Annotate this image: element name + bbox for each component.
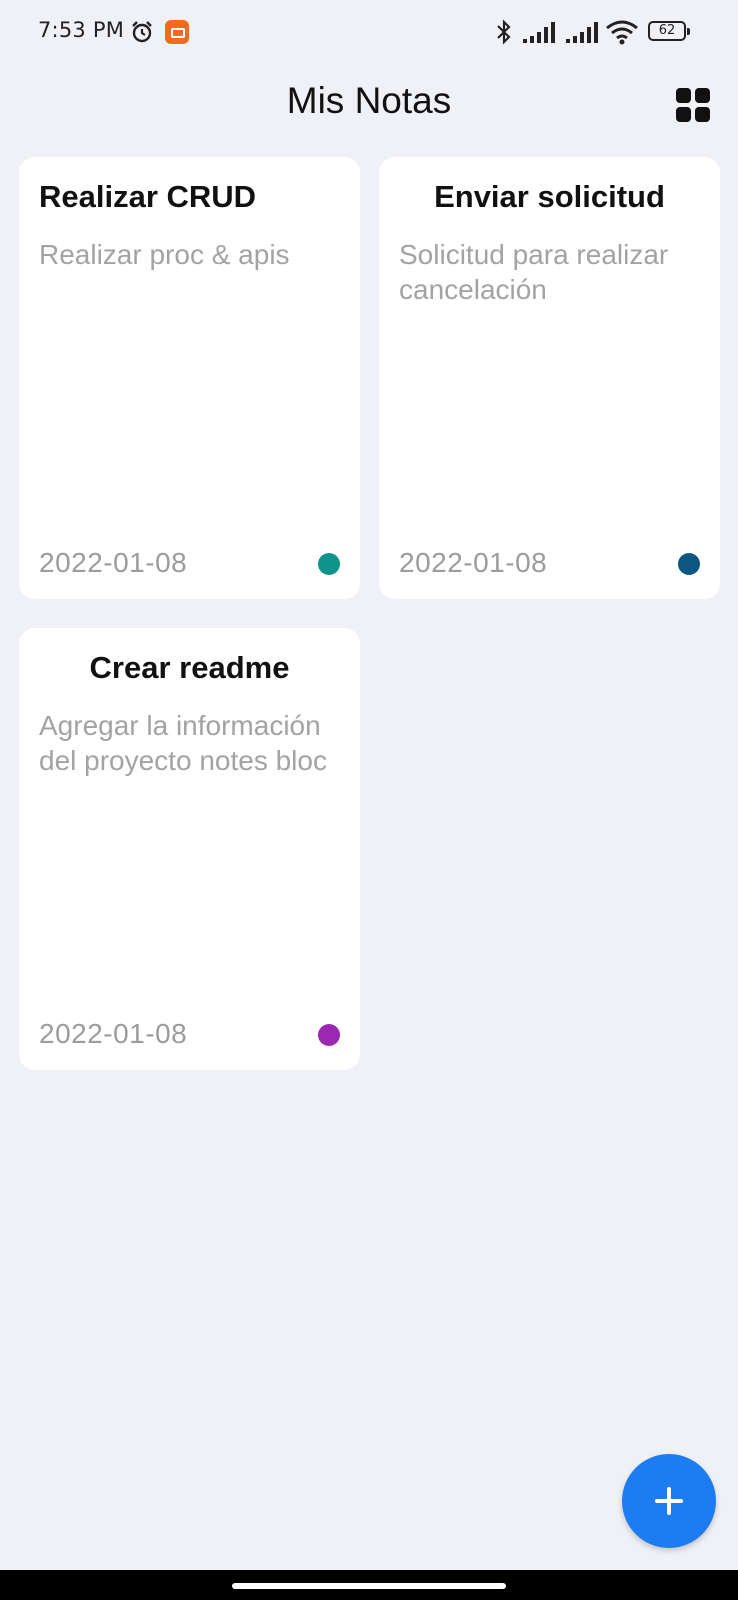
note-body: Agregar la información del proyecto note… [39, 710, 327, 776]
note-date: 2022-01-08 [399, 547, 548, 578]
note-date: 2022-01-08 [39, 1018, 188, 1049]
note-color-dot [318, 1024, 340, 1046]
note-card[interactable]: Realizar CRUD Realizar proc & apis 2022-… [19, 157, 360, 599]
grid-view-icon[interactable] [676, 88, 710, 122]
note-color-dot [318, 553, 340, 575]
note-title: Realizar CRUD [39, 179, 257, 214]
add-note-button[interactable] [622, 1454, 716, 1548]
status-bar: 7:53 PM 62 [0, 0, 738, 64]
note-card[interactable]: Crear readme Agregar la información del … [19, 628, 360, 1070]
status-time: 7:53 PM [38, 18, 125, 42]
note-body: Solicitud para realizar cancelación [399, 239, 669, 305]
note-body: Realizar proc & apis [39, 239, 290, 270]
mi-app-icon [165, 20, 189, 44]
note-card[interactable]: Enviar solicitud Solicitud para realizar… [379, 157, 720, 599]
battery-icon: 62 [648, 21, 690, 41]
note-date: 2022-01-08 [39, 547, 188, 578]
note-title: Crear readme [89, 650, 290, 685]
page-title: Mis Notas [286, 80, 452, 121]
signal-icon [566, 20, 602, 48]
wifi-icon [605, 19, 639, 49]
bluetooth-icon [495, 18, 513, 50]
note-title: Enviar solicitud [434, 179, 665, 214]
navigation-bar [0, 1570, 738, 1600]
note-color-dot [678, 553, 700, 575]
home-gesture-handle[interactable] [232, 1583, 506, 1589]
signal-icon [523, 20, 559, 48]
alarm-icon [130, 20, 154, 48]
